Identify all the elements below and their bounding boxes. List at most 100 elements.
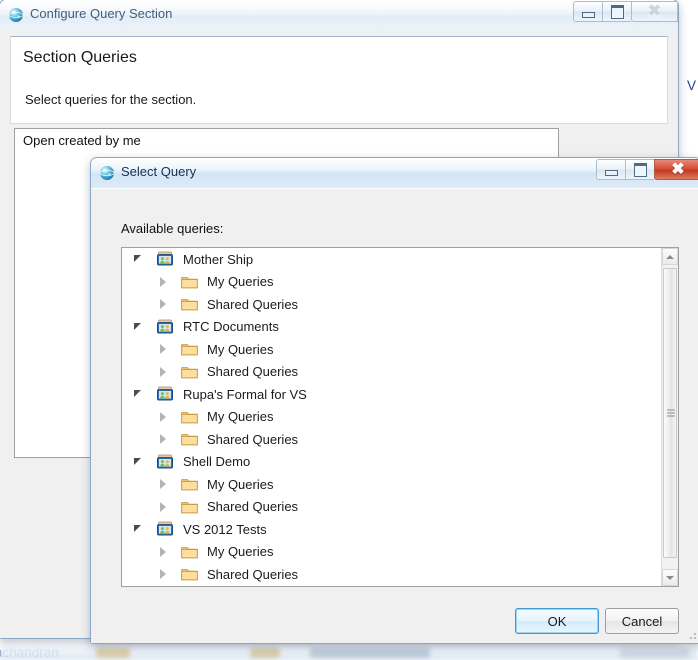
team-project-icon [156,386,174,402]
tree-item-label: Shared Queries [207,499,299,515]
tree-item-shared-queries[interactable]: Shared Queries [122,293,660,316]
folder-icon [181,432,198,446]
close-button[interactable]: ✖ [654,159,698,180]
folder-icon [181,342,198,356]
background-smudge-d [620,648,690,658]
tree-item-label: Shared Queries [207,566,299,582]
chevron-down-icon[interactable] [130,251,146,267]
tree-item-my-queries[interactable]: My Queries [122,541,660,564]
tree-item-label: My Queries [207,544,274,560]
close-icon: ✖ [647,2,662,20]
chevron-down-icon[interactable] [130,319,146,335]
query-tree[interactable]: Mother Ship My Queries Shared Queries RTC D… [121,247,679,587]
tree-item-shared-queries[interactable]: Shared Queries [122,496,660,519]
tree-item-label: Shared Queries [207,296,299,312]
list-item[interactable]: Open created by me [15,129,558,148]
tree-item-label: My Queries [207,274,274,290]
minimize-button[interactable] [573,1,602,22]
resize-grip[interactable] [686,629,698,641]
background-smudge-b [250,648,280,658]
scrollbar-thumb[interactable] [663,268,677,558]
scrollbar-grip-icon [667,409,675,417]
tree-item-my-queries[interactable]: My Queries [122,338,660,361]
team-project-icon [156,319,174,335]
chevron-right-icon[interactable] [155,544,171,560]
chevron-right-icon[interactable] [155,364,171,380]
chevron-right-icon[interactable] [155,274,171,290]
chevron-right-icon[interactable] [155,409,171,425]
tree-item-mother-ship[interactable]: Mother Ship [122,248,660,271]
tree-vertical-scrollbar[interactable] [661,248,678,586]
background-smudge-a [96,648,130,658]
wizard-header: Section Queries Select queries for the s… [10,36,668,124]
maximize-icon [633,162,647,177]
tree-item-shell-demo[interactable]: Shell Demo [122,451,660,474]
chevron-right-icon[interactable] [155,431,171,447]
page-title: Section Queries [23,49,137,66]
folder-icon [181,545,198,559]
query-tree-rows[interactable]: Mother Ship My Queries Shared Queries RTC D… [122,248,660,586]
minimize-button[interactable] [596,159,625,180]
front-dialog-body: Available queries: Mother Ship My Queries… [91,188,698,643]
tree-item-label: RTC Documents [183,319,279,335]
team-project-icon [156,454,174,470]
scroll-down-icon [666,575,674,580]
team-project-icon [156,521,174,537]
jazz-sphere-icon [99,165,115,181]
jazz-sphere-icon [8,7,24,23]
tree-item-rtc-documents[interactable]: RTC Documents [122,316,660,339]
chevron-right-icon[interactable] [155,476,171,492]
tree-item-label: My Queries [207,341,274,357]
tree-item-label: My Queries [207,476,274,492]
chevron-right-icon[interactable] [155,566,171,582]
tree-item-label: My Queries [207,409,274,425]
page-description: Select queries for the section. [25,92,197,107]
minimize-icon [581,11,595,18]
tree-item-my-queries[interactable]: My Queries [122,473,660,496]
back-dialog-titlebar[interactable]: Configure Query Section ✖ [0,0,678,31]
ok-button[interactable]: OK [515,608,599,634]
select-query-dialog[interactable]: Select Query ✖ Available queries: Mother… [90,157,698,644]
folder-icon [181,477,198,491]
background-right-text: V [686,78,696,93]
tree-item-rupa-s-formal-for-vs[interactable]: Rupa's Formal for VS [122,383,660,406]
front-window-buttons: ✖ [596,158,698,181]
minimize-icon [604,169,618,176]
maximize-icon [610,4,624,19]
available-queries-label: Available queries: [121,221,224,236]
chevron-down-icon[interactable] [130,521,146,537]
chevron-down-icon[interactable] [130,386,146,402]
tree-item-label: Shell Demo [183,454,251,470]
folder-icon [181,297,198,311]
chevron-down-icon[interactable] [130,454,146,470]
back-window-buttons: ✖ [573,0,678,23]
cancel-button[interactable]: Cancel [605,608,679,634]
front-dialog-titlebar[interactable]: Select Query ✖ [91,158,698,189]
maximize-button[interactable] [625,159,654,180]
tree-item-label: Rupa's Formal for VS [183,386,307,402]
tree-item-label: Mother Ship [183,251,254,267]
tree-item-shared-queries[interactable]: Shared Queries [122,361,660,384]
background-smudge-c [310,648,430,658]
tree-item-vs-2012-tests[interactable]: VS 2012 Tests [122,518,660,541]
tree-item-shared-queries[interactable]: Shared Queries [122,563,660,586]
folder-icon [181,500,198,514]
team-project-icon [156,251,174,267]
maximize-button[interactable] [602,1,631,22]
folder-icon [181,410,198,424]
chevron-right-icon[interactable] [155,499,171,515]
tree-item-label: VS 2012 Tests [183,521,267,537]
tree-item-my-queries[interactable]: My Queries [122,271,660,294]
chevron-right-icon[interactable] [155,341,171,357]
folder-icon [181,365,198,379]
chevron-right-icon[interactable] [155,296,171,312]
close-button[interactable]: ✖ [631,1,678,22]
tree-item-my-queries[interactable]: My Queries [122,406,660,429]
scroll-down-button[interactable] [662,569,678,586]
scroll-up-button[interactable] [662,248,678,265]
front-dialog-title: Select Query [121,164,197,179]
tree-item-label: Shared Queries [207,364,299,380]
tree-item-label: Shared Queries [207,431,299,447]
tree-item-shared-queries[interactable]: Shared Queries [122,428,660,451]
folder-icon [181,567,198,581]
